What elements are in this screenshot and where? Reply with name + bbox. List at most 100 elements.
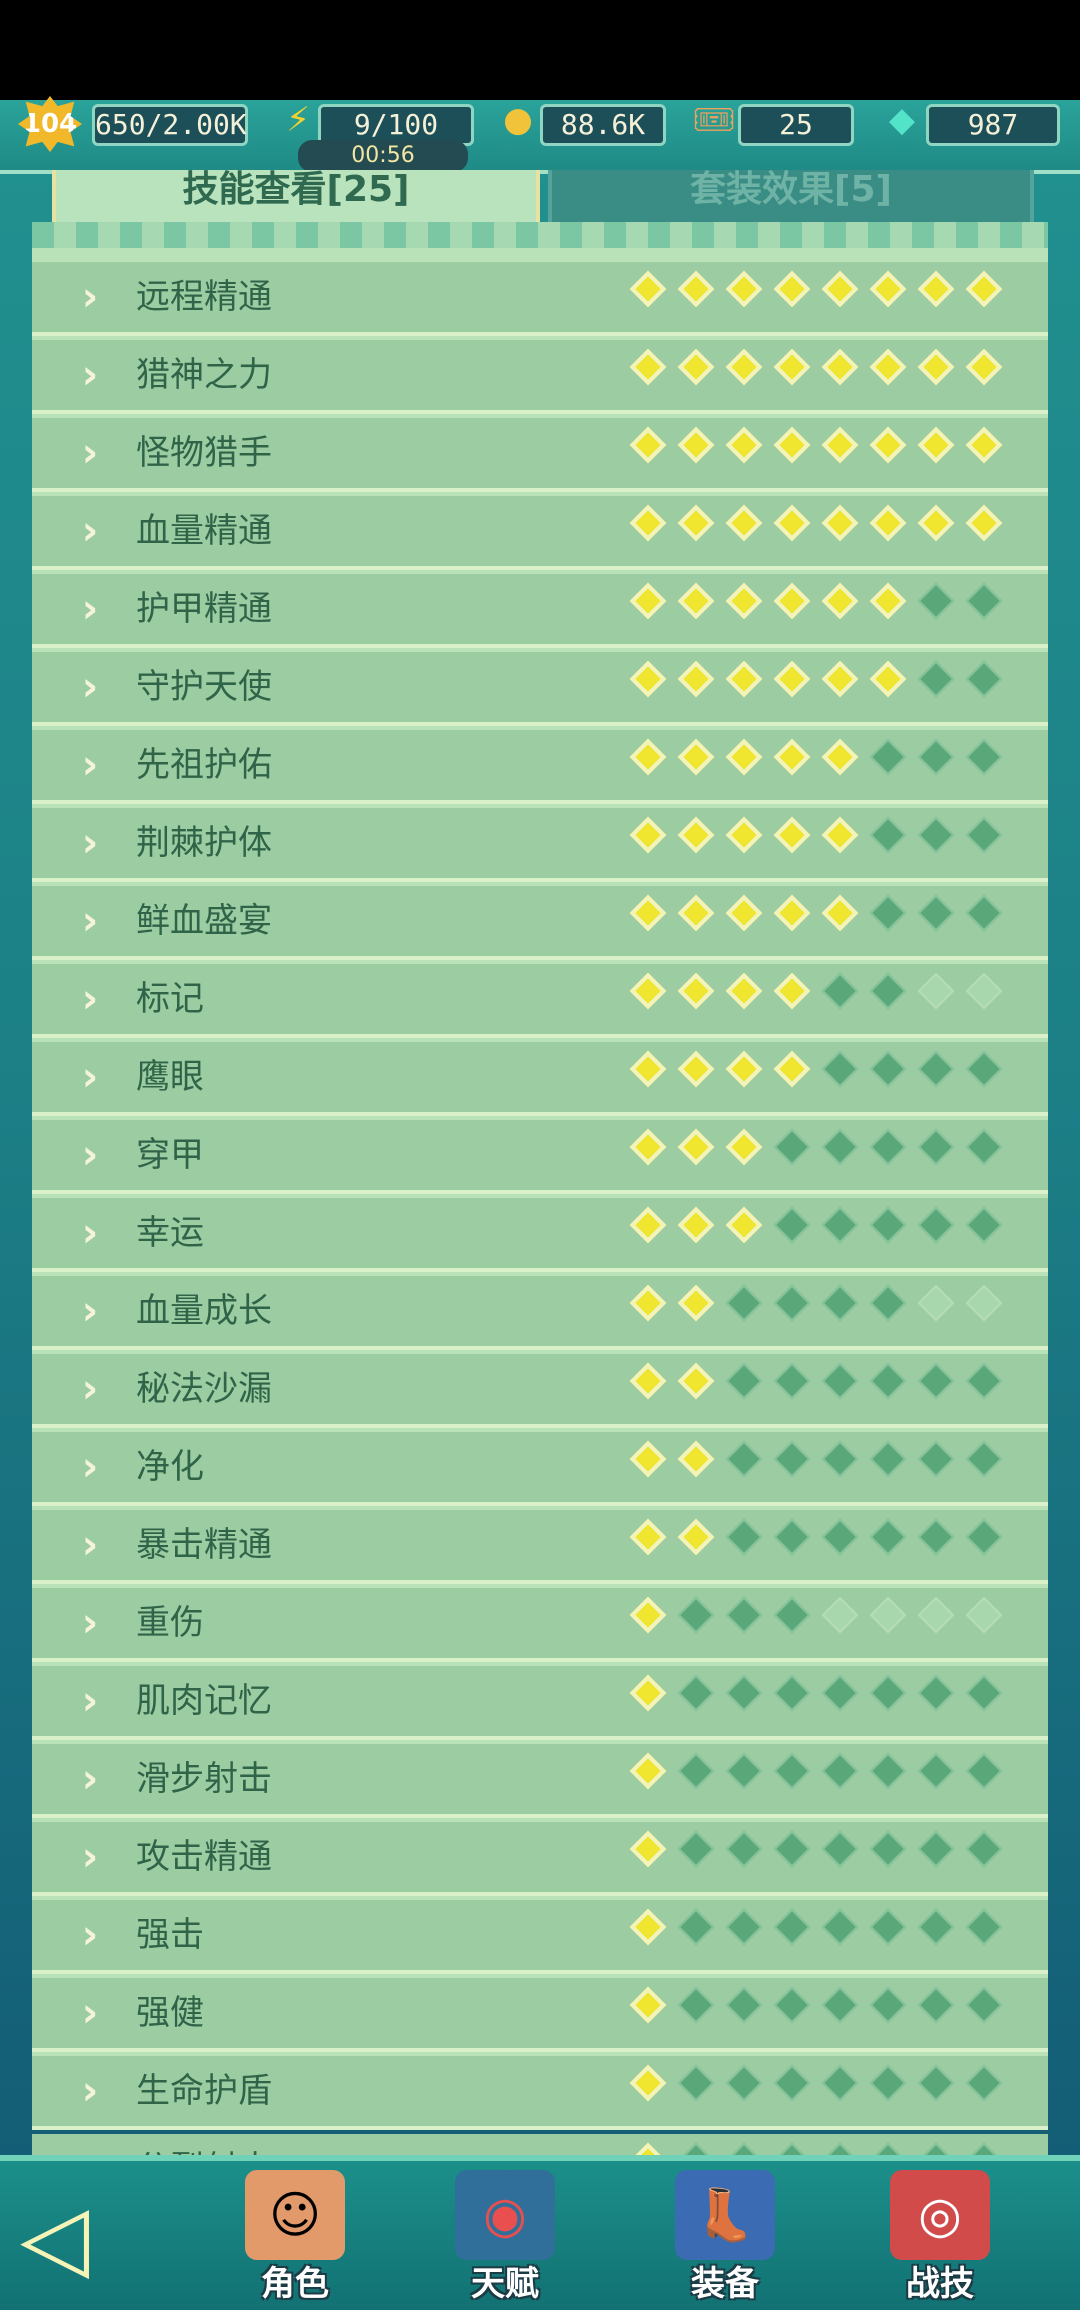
level-diamond-icon <box>821 1206 859 1244</box>
gem-icon[interactable]: ◆ <box>880 98 924 142</box>
level-diamond-icon <box>725 582 763 620</box>
level-diamond-icon <box>725 426 763 464</box>
skill-row[interactable]: › 重伤 <box>32 1588 1048 1662</box>
skill-row[interactable]: › 血量成长 <box>32 1276 1048 1350</box>
level-diamond-icon <box>869 660 907 698</box>
skill-row[interactable]: › 滑步射击 <box>32 1744 1048 1818</box>
level-diamond-icon <box>869 2064 907 2102</box>
level-diamond-icon <box>917 504 955 542</box>
skill-row[interactable]: › 生命护盾 <box>32 2056 1048 2130</box>
skill-row[interactable]: › 护甲精通 <box>32 574 1048 648</box>
skill-row[interactable]: › 净化 <box>32 1432 1048 1506</box>
gold-display[interactable]: 88.6K <box>540 104 666 146</box>
level-diamond-icon <box>725 894 763 932</box>
skill-name: 暴击精通 <box>136 1525 272 1565</box>
skill-row[interactable]: › 守护天使 <box>32 652 1048 726</box>
skill-row[interactable]: › 荆棘护体 <box>32 808 1048 882</box>
level-diamond-icon <box>965 1908 1003 1946</box>
level-diamond-icon <box>821 1674 859 1712</box>
skill-row[interactable]: › 鲜血盛宴 <box>32 886 1048 960</box>
level-diamond-icon <box>917 1518 955 1556</box>
level-diamond-icon <box>965 738 1003 776</box>
chevron-right-icon: › <box>81 1132 99 1178</box>
skill-row[interactable]: › 暴击精通 <box>32 1510 1048 1584</box>
level-diamond-icon <box>773 1752 811 1790</box>
skill-row[interactable]: › 穿甲 <box>32 1120 1048 1194</box>
level-diamond-icon <box>677 894 715 932</box>
chevron-right-icon: › <box>81 1522 99 1568</box>
nav-equip-button[interactable]: 👢 装备 <box>660 2170 790 2305</box>
skill-level-gems <box>624 348 1008 386</box>
chevron-right-icon: › <box>81 274 99 320</box>
level-badge[interactable]: 104 <box>18 96 82 152</box>
nav-combat-button[interactable]: ◎ 战技 <box>875 2170 1005 2305</box>
skill-row[interactable]: › 肌肉记忆 <box>32 1666 1048 1740</box>
skill-row[interactable]: › 攻击精通 <box>32 1822 1048 1896</box>
skill-row[interactable]: › 猎神之力 <box>32 340 1048 414</box>
level-diamond-icon <box>821 972 859 1010</box>
skill-level-gems <box>624 1674 1008 1712</box>
level-diamond-icon <box>917 1128 955 1166</box>
level-diamond-icon <box>773 972 811 1010</box>
skill-row[interactable]: › 鹰眼 <box>32 1042 1048 1116</box>
level-diamond-icon <box>965 1362 1003 1400</box>
skill-name: 守护天使 <box>136 667 272 707</box>
gold-coin-icon[interactable]: ● <box>496 98 540 142</box>
level-diamond-icon <box>725 660 763 698</box>
skill-row[interactable]: › 标记 <box>32 964 1048 1038</box>
skill-row[interactable]: › 幸运 <box>32 1198 1048 1272</box>
skill-row[interactable]: › 先祖护佑 <box>32 730 1048 804</box>
level-diamond-icon <box>725 1518 763 1556</box>
level-diamond-icon <box>773 1206 811 1244</box>
level-diamond-icon <box>629 504 667 542</box>
level-diamond-icon <box>725 972 763 1010</box>
back-arrow-icon[interactable]: ◁ <box>20 2190 130 2286</box>
exp-display: 650/2.00K <box>92 104 248 146</box>
tab-set-effect[interactable]: 套装效果[5] <box>548 170 1034 226</box>
level-diamond-icon <box>629 1128 667 1166</box>
skill-level-gems <box>624 972 1008 1010</box>
ticket-display[interactable]: 25 <box>738 104 854 146</box>
skill-name: 远程精通 <box>136 277 272 317</box>
chevron-right-icon: › <box>81 1834 99 1880</box>
level-diamond-icon <box>965 894 1003 932</box>
ticket-icon[interactable]: 🎟 <box>692 98 736 142</box>
level-diamond-icon <box>869 1986 907 2024</box>
level-diamond-icon <box>965 816 1003 854</box>
skill-row[interactable]: › 怪物猎手 <box>32 418 1048 492</box>
nav-role-button[interactable]: ☺ 角色 <box>230 2170 360 2305</box>
gem-display[interactable]: 987 <box>926 104 1060 146</box>
skill-row[interactable]: › 血量精通 <box>32 496 1048 570</box>
chevron-right-icon: › <box>81 2068 99 2114</box>
nav-talent-button[interactable]: ◉ 天赋 <box>440 2170 570 2305</box>
skill-level-gems <box>624 738 1008 776</box>
level-diamond-icon <box>965 582 1003 620</box>
level-diamond-icon <box>821 1986 859 2024</box>
skill-row[interactable]: › 强健 <box>32 1978 1048 2052</box>
level-diamond-icon <box>917 1596 955 1634</box>
level-diamond-icon <box>965 1986 1003 2024</box>
chevron-right-icon: › <box>81 742 99 788</box>
level-diamond-icon <box>629 426 667 464</box>
chevron-right-icon: › <box>81 820 99 866</box>
level-diamond-icon <box>629 348 667 386</box>
energy-timer: 00:56 <box>298 140 468 172</box>
level-diamond-icon <box>821 1908 859 1946</box>
level-diamond-icon <box>965 1596 1003 1634</box>
level-diamond-icon <box>965 426 1003 464</box>
skill-row[interactable]: › 秘法沙漏 <box>32 1354 1048 1428</box>
level-diamond-icon <box>725 1440 763 1478</box>
level-diamond-icon <box>965 2064 1003 2102</box>
level-diamond-icon <box>677 1986 715 2024</box>
level-diamond-icon <box>965 1830 1003 1868</box>
level-diamond-icon <box>821 1128 859 1166</box>
skill-level-gems <box>624 894 1008 932</box>
level-diamond-icon <box>821 1362 859 1400</box>
level-diamond-icon <box>677 738 715 776</box>
tab-skill-view[interactable]: 技能查看[25] <box>52 170 540 226</box>
level-diamond-icon <box>677 504 715 542</box>
skill-row[interactable]: › 强击 <box>32 1900 1048 1974</box>
skill-row[interactable]: › 远程精通 <box>32 262 1048 336</box>
level-diamond-icon <box>965 270 1003 308</box>
chevron-right-icon: › <box>81 1600 99 1646</box>
